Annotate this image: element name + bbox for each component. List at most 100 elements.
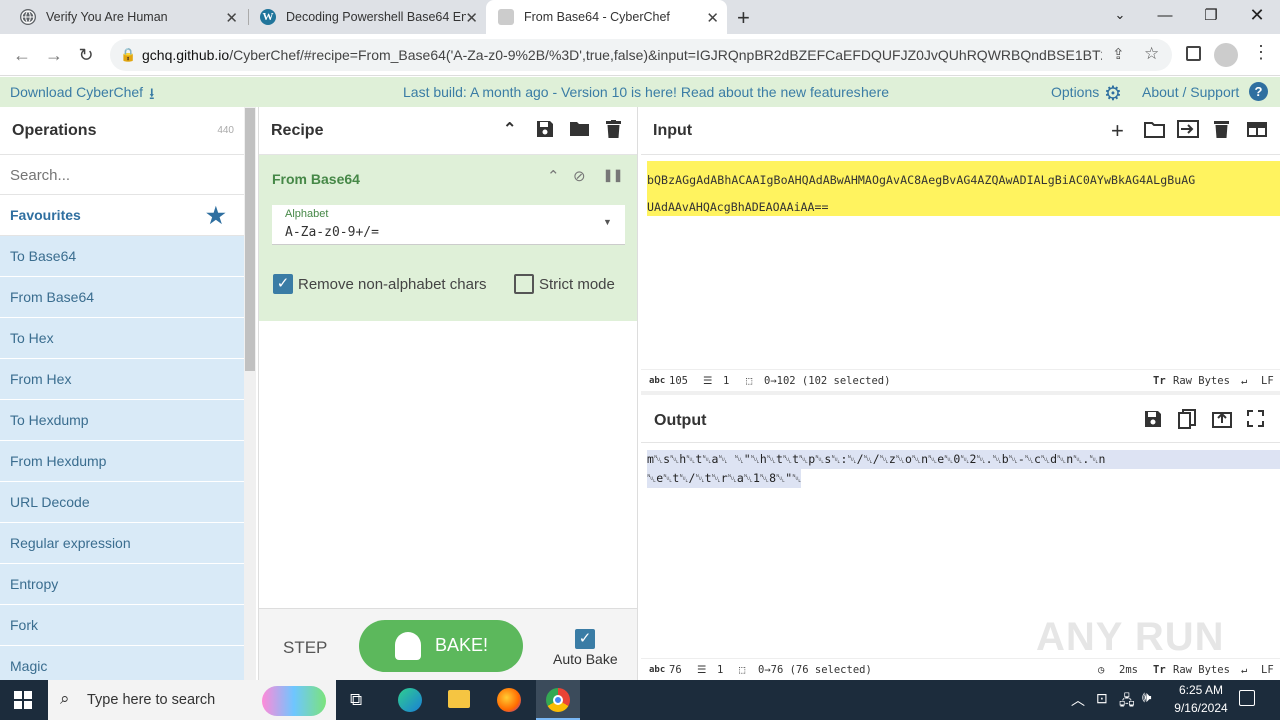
close-tab-icon[interactable]: ✕ xyxy=(465,9,478,27)
clock-date[interactable]: 9/16/2024 xyxy=(1166,701,1236,715)
save-output-icon[interactable] xyxy=(1144,410,1162,428)
open-folder-icon[interactable] xyxy=(1144,121,1165,138)
op-to-base64[interactable]: To Base64 xyxy=(0,236,244,277)
operations-scroll-thumb[interactable] xyxy=(245,108,255,371)
operations-search-input[interactable] xyxy=(0,155,244,195)
minimize-button[interactable]: — xyxy=(1142,0,1188,30)
tab-search-chevron-icon[interactable]: ⌄ xyxy=(1097,0,1143,30)
op-to-hexdump[interactable]: To Hexdump xyxy=(0,400,244,441)
bake-time: 2ms xyxy=(1119,663,1138,676)
op-to-hex[interactable]: To Hex xyxy=(0,318,244,359)
op-entropy[interactable]: Entropy xyxy=(0,564,244,605)
copy-output-icon[interactable] xyxy=(1178,409,1196,429)
address-bar: ← → ↻ 🔒 gchq.github.io/CyberChef/#recipe… xyxy=(0,34,1280,76)
op-fork[interactable]: Fork xyxy=(0,605,244,646)
clock-icon: ◷ xyxy=(1098,663,1105,676)
help-icon[interactable]: ? xyxy=(1249,82,1268,101)
tab-verify-human[interactable]: Verify You Are Human ✕ xyxy=(8,0,246,34)
output-encoding[interactable]: Raw Bytes xyxy=(1173,664,1230,676)
chrome-taskbar-button[interactable] xyxy=(536,680,580,720)
share-icon[interactable]: ⇪ xyxy=(1112,45,1125,63)
notifications-icon[interactable] xyxy=(1239,690,1255,706)
tray-device-icon[interactable]: ⊡ xyxy=(1096,690,1108,707)
tray-chevron-icon[interactable]: ︿ xyxy=(1071,690,1085,710)
bookmark-star-icon[interactable]: ☆ xyxy=(1144,44,1159,64)
dropdown-caret-icon: ▼ xyxy=(603,217,612,227)
op-url-decode[interactable]: URL Decode xyxy=(0,482,244,523)
clear-recipe-trash-icon[interactable] xyxy=(606,120,621,138)
new-features-link[interactable]: here xyxy=(861,84,889,100)
input-eol[interactable]: LF xyxy=(1261,375,1274,387)
collapse-op-chevron-icon[interactable]: ⌃ xyxy=(547,167,560,185)
bake-button[interactable]: BAKE! xyxy=(359,620,523,672)
recipe-panel: Recipe ⌃ From Base64 ⌃ ⊘ ❚❚ Alphabet A-Z… xyxy=(258,107,638,680)
profile-avatar[interactable] xyxy=(1214,43,1238,67)
edge-icon[interactable] xyxy=(398,688,422,712)
auto-bake-checkbox[interactable]: ✓ xyxy=(575,629,595,649)
file-explorer-icon[interactable] xyxy=(448,690,470,708)
side-panel-icon[interactable] xyxy=(1186,46,1201,61)
layout-reset-icon[interactable] xyxy=(1247,122,1267,137)
io-resize-handle[interactable] xyxy=(641,391,1280,395)
new-tab-button[interactable]: + xyxy=(737,5,750,31)
close-tab-icon[interactable]: ✕ xyxy=(225,9,238,27)
task-view-icon[interactable]: ⧉ xyxy=(350,690,362,710)
output-textarea[interactable]: m␀s␀h␀t␀a␀ ␀"␀h␀t␀t␀p␀s␀:␀/␀/␀z␀o␀n␀e␀0␀… xyxy=(647,450,1280,488)
chef-icon xyxy=(395,632,421,660)
download-icon[interactable]: ⭳ xyxy=(149,83,155,110)
alphabet-select[interactable]: Alphabet A-Za-z0-9+/= ▼ xyxy=(272,205,625,245)
input-line-2-rest: == xyxy=(814,200,829,214)
globe-icon xyxy=(20,9,36,25)
reload-icon[interactable]: ↻ xyxy=(74,43,98,67)
input-line-1: bQBzAGgAdABhACAAIgBoAHQAdABwAHMAOgAvAC8A… xyxy=(647,173,1196,187)
favourites-category[interactable]: Favourites ★ xyxy=(0,195,244,236)
output-eol[interactable]: LF xyxy=(1261,664,1274,676)
windows-taskbar: ⌕ Type here to search ⧉ ︿ ⊡ 🖧 🕪 6:25 AM … xyxy=(0,680,1280,720)
restore-button[interactable]: ❐ xyxy=(1188,0,1234,30)
tab-decoding-powershell[interactable]: W Decoding Powershell Base64 Enc ✕ xyxy=(248,0,486,34)
windows-start-icon[interactable] xyxy=(14,691,32,709)
collapse-all-chevron-icon[interactable]: ⌃ xyxy=(503,119,516,139)
firefox-icon[interactable] xyxy=(497,688,521,712)
close-tab-icon[interactable]: ✕ xyxy=(706,9,719,27)
operations-count: 440 xyxy=(217,125,234,136)
clear-input-trash-icon[interactable] xyxy=(1214,120,1229,138)
url-field[interactable]: 🔒 gchq.github.io/CyberChef/#recipe=From_… xyxy=(110,39,1172,71)
download-link[interactable]: Download CyberChef xyxy=(10,84,143,100)
about-support-link[interactable]: About / Support xyxy=(1142,84,1239,100)
input-encoding[interactable]: Raw Bytes xyxy=(1173,375,1230,387)
replace-input-icon[interactable] xyxy=(1212,410,1232,428)
output-char-count: 76 xyxy=(669,663,682,676)
remove-nonalphabet-checkbox[interactable]: ✓ xyxy=(273,274,293,294)
disable-op-icon[interactable]: ⊘ xyxy=(573,167,586,185)
menu-kebab-icon[interactable]: ⋮ xyxy=(1252,42,1270,63)
selection-icon: ⬚ xyxy=(739,663,746,676)
input-char-count: 105 xyxy=(669,374,688,387)
op-from-base64[interactable]: From Base64 xyxy=(0,277,244,318)
op-from-hex[interactable]: From Hex xyxy=(0,359,244,400)
volume-icon[interactable]: 🕪 xyxy=(1142,689,1151,706)
save-recipe-icon[interactable] xyxy=(536,120,554,138)
strict-mode-checkbox[interactable] xyxy=(514,274,534,294)
open-file-icon[interactable] xyxy=(1177,120,1199,138)
network-icon[interactable]: 🖧 xyxy=(1119,690,1135,714)
input-selection: 0→102 (102 selected) xyxy=(764,374,891,387)
breakpoint-pause-icon[interactable]: ❚❚ xyxy=(603,168,623,182)
forward-arrow-icon[interactable]: → xyxy=(42,43,66,67)
maximize-output-icon[interactable] xyxy=(1247,410,1264,427)
close-window-button[interactable]: ✕ xyxy=(1234,0,1280,30)
back-arrow-icon[interactable]: ← xyxy=(10,43,34,67)
gear-icon[interactable]: ⚙ xyxy=(1104,81,1122,106)
add-input-tab-icon[interactable]: + xyxy=(1111,118,1124,144)
options-link[interactable]: Options xyxy=(1051,84,1099,100)
tab-cyberchef[interactable]: From Base64 - CyberChef ✕ xyxy=(486,0,727,34)
op-from-hexdump[interactable]: From Hexdump xyxy=(0,441,244,482)
clock-time[interactable]: 6:25 AM xyxy=(1172,683,1230,697)
alphabet-value: A-Za-z0-9+/= xyxy=(285,225,379,240)
chars-icon: abc xyxy=(649,664,666,675)
op-regular-expression[interactable]: Regular expression xyxy=(0,523,244,564)
load-recipe-folder-icon[interactable] xyxy=(569,120,590,137)
recipe-operation-from-base64[interactable]: From Base64 ⌃ ⊘ ❚❚ Alphabet A-Za-z0-9+/=… xyxy=(259,155,637,321)
taskbar-search-box[interactable]: ⌕ Type here to search xyxy=(48,680,336,720)
step-button[interactable]: STEP xyxy=(283,638,327,658)
